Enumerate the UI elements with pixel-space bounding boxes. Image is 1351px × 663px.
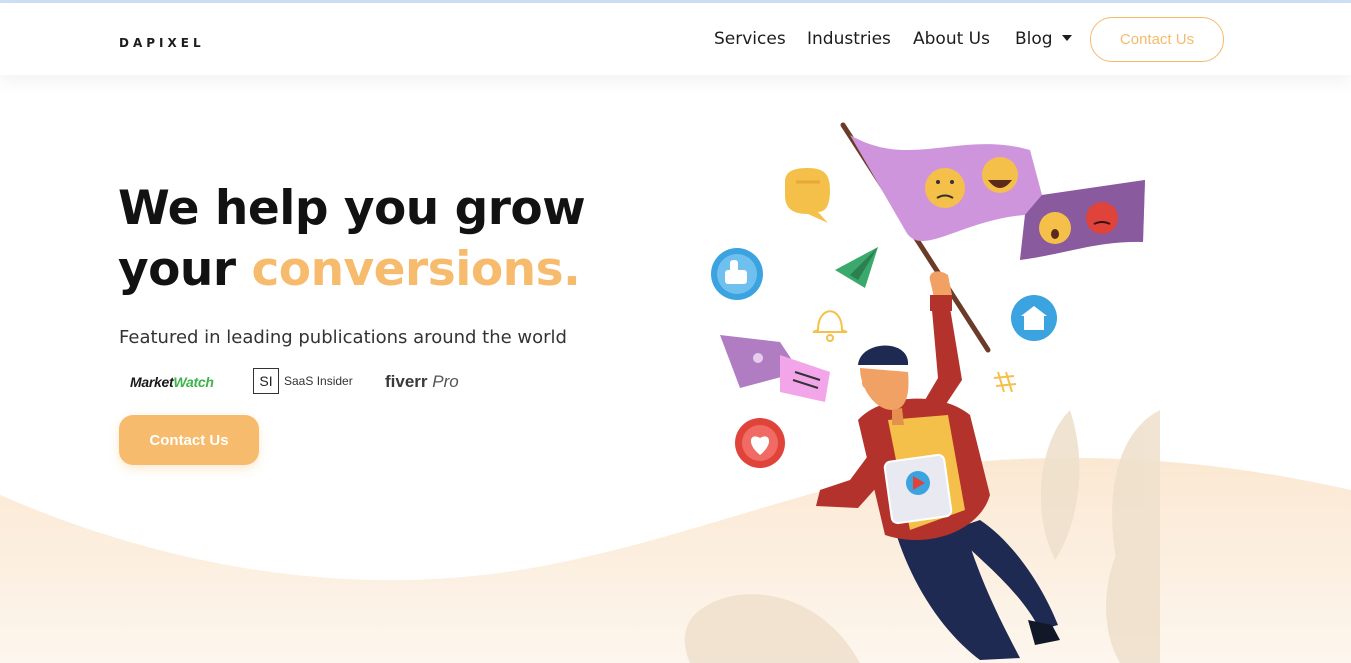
image-card-icon — [720, 335, 830, 402]
hero-title-accent: conversions. — [251, 242, 581, 297]
top-navbar: DAPIXEL Services Industries About Us Blo… — [0, 3, 1351, 75]
house-icon — [1011, 295, 1057, 341]
saas-insider-logo: SaaS Insider — [284, 374, 353, 388]
marketwatch-logo-part1: Market — [130, 374, 174, 390]
marketwatch-logo-part2: Watch — [173, 374, 214, 390]
chat-bubble-icon — [785, 168, 830, 223]
saas-insider-mark: SI — [253, 368, 279, 394]
fiverr-pro-text: Pro — [432, 372, 459, 391]
fiverr-logo-text: fiverr — [385, 372, 428, 391]
nav-item-services[interactable]: Services — [714, 29, 786, 49]
flag — [850, 135, 1145, 260]
hashtag-icon — [993, 371, 1017, 393]
thumbs-up-icon — [711, 248, 763, 300]
hero-title-line1: We help you grow — [118, 181, 586, 236]
paper-plane-icon — [835, 247, 878, 288]
hero-illustration — [684, 122, 1160, 663]
hero-title-line2-prefix: your — [118, 242, 252, 297]
hero-contact-button[interactable]: Contact Us — [119, 415, 259, 465]
nav-item-about-us[interactable]: About Us — [913, 29, 990, 49]
featured-text: Featured in leading publications around … — [119, 327, 567, 348]
marketwatch-logo: MarketWatch — [130, 374, 214, 390]
heart-icon — [735, 418, 785, 468]
caret-down-icon[interactable] — [1062, 35, 1072, 41]
hero-title: We help you grow your conversions. — [118, 178, 586, 300]
nav-contact-button[interactable]: Contact Us — [1090, 17, 1224, 62]
nav-item-blog[interactable]: Blog — [1015, 29, 1053, 49]
fiverr-pro-logo: fiverr Pro — [385, 372, 459, 392]
brand-logo[interactable]: DAPIXEL — [119, 36, 205, 50]
nav-item-industries[interactable]: Industries — [807, 29, 891, 49]
bell-icon — [812, 310, 848, 342]
